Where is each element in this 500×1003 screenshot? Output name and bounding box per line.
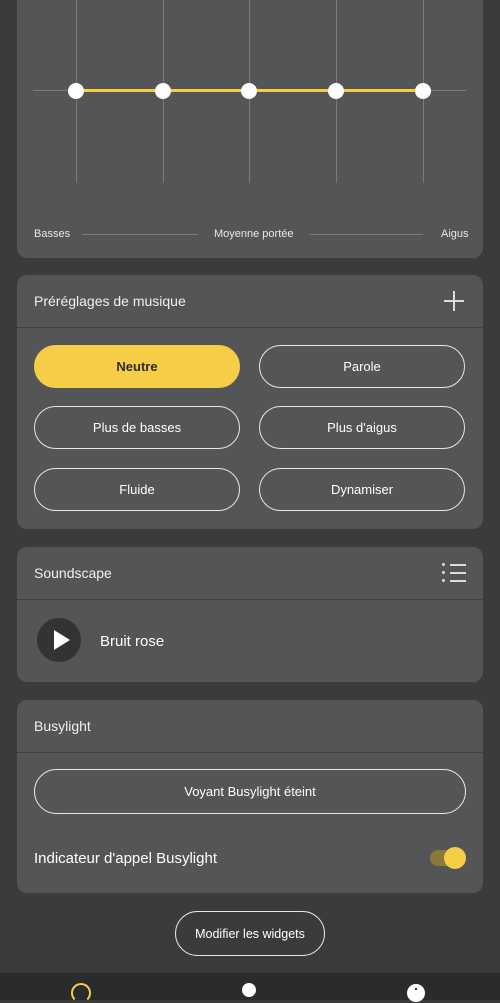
eq-label-mid: Moyenne portée xyxy=(214,228,294,240)
divider xyxy=(82,234,198,235)
eq-band-knob[interactable] xyxy=(328,83,344,99)
eq-band-knob[interactable] xyxy=(155,83,171,99)
card-header: Busylight xyxy=(17,700,483,753)
plus-icon[interactable] xyxy=(444,291,464,311)
call-indicator-toggle[interactable] xyxy=(430,847,466,869)
divider xyxy=(309,234,423,235)
info-icon[interactable] xyxy=(407,984,425,1002)
preset-bass-button[interactable]: Plus de basses xyxy=(34,406,240,449)
headphones-icon[interactable] xyxy=(71,983,91,1003)
list-icon[interactable] xyxy=(442,563,466,583)
card-title: Préréglages de musique xyxy=(34,293,186,309)
eq-label-high: Aigus xyxy=(441,228,469,240)
equalizer-card: Basses Moyenne portée Aigus xyxy=(17,0,483,258)
eq-band-knob[interactable] xyxy=(68,83,84,99)
preset-fluide-button[interactable]: Fluide xyxy=(34,468,240,511)
busylight-card: Busylight Voyant Busylight éteint Indica… xyxy=(17,700,483,893)
eq-band-knob[interactable] xyxy=(415,83,431,99)
toggle-knob xyxy=(444,847,466,869)
bottom-nav xyxy=(0,973,500,1003)
card-header: Soundscape xyxy=(17,547,483,600)
eq-band-knob[interactable] xyxy=(241,83,257,99)
preset-treble-button[interactable]: Plus d'aigus xyxy=(259,406,465,449)
busylight-status-button[interactable]: Voyant Busylight éteint xyxy=(34,769,466,814)
eq-label-low: Basses xyxy=(34,228,71,240)
card-header: Préréglages de musique xyxy=(17,275,483,328)
soundscape-track-name: Bruit rose xyxy=(100,633,165,650)
card-title: Busylight xyxy=(34,718,91,734)
preset-parole-button[interactable]: Parole xyxy=(259,345,465,388)
card-title: Soundscape xyxy=(34,565,112,581)
music-presets-card: Préréglages de musique Neutre Parole Plu… xyxy=(17,275,483,529)
preset-dynamiser-button[interactable]: Dynamiser xyxy=(259,468,465,511)
call-indicator-label: Indicateur d'appel Busylight xyxy=(34,850,217,867)
play-icon[interactable] xyxy=(37,618,81,662)
bulb-icon[interactable] xyxy=(242,983,256,997)
preset-neutre-button[interactable]: Neutre xyxy=(34,345,240,388)
edit-widgets-button[interactable]: Modifier les widgets xyxy=(175,911,325,956)
soundscape-card: Soundscape Bruit rose xyxy=(17,547,483,682)
